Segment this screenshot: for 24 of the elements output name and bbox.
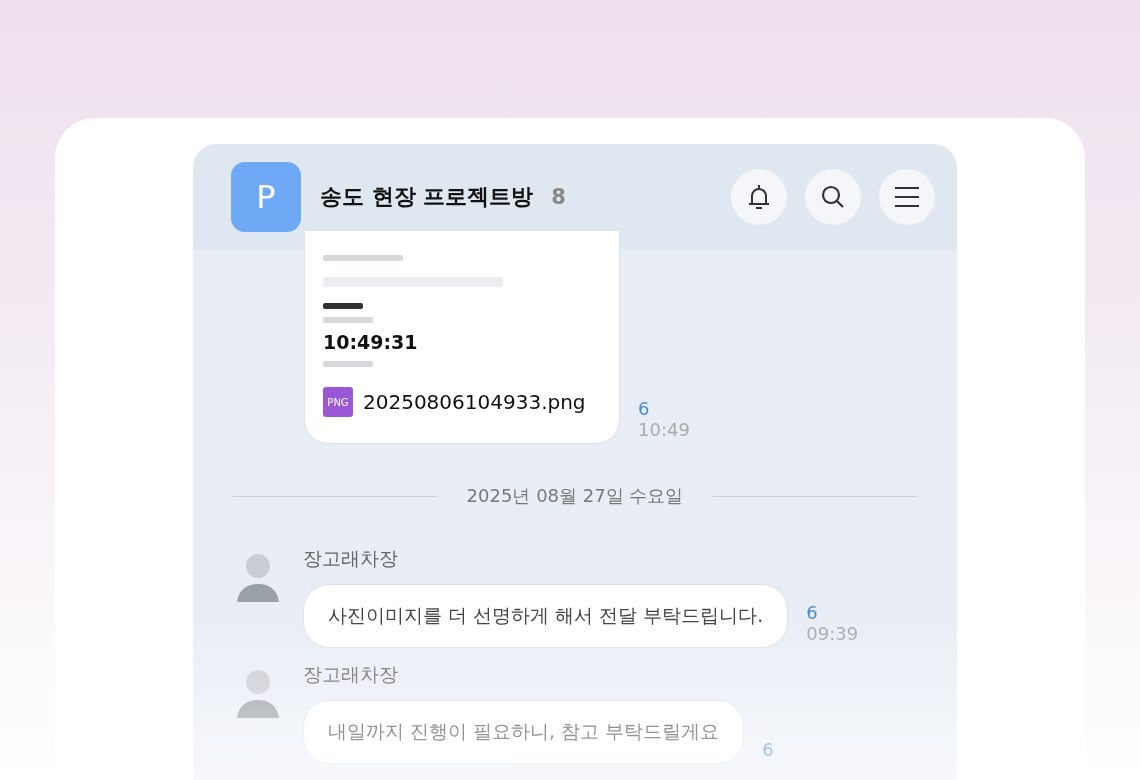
unread-count: 6 [762,739,774,760]
date-divider-text: 2025년 08월 27일 수요일 [466,484,684,508]
preview-text-line [323,317,373,323]
message-time: 09:39 [806,623,859,644]
notification-button[interactable] [731,169,787,225]
file-name: 20250806104933.png [363,390,586,414]
unread-count: 6 [806,602,819,623]
sender-name: 장고래차장 [303,546,399,571]
message-time: 10:49 [638,419,690,440]
room-avatar: P [231,162,301,232]
menu-icon [893,185,921,209]
search-button[interactable] [805,169,861,225]
preview-text-line [323,303,363,309]
image-message-bubble[interactable]: 10:49:31 PNG 20250806104933.png [304,230,620,444]
preview-text-line [323,361,373,367]
preview-clock-text: 10:49:31 [323,331,419,353]
png-file-icon: PNG [323,387,353,417]
message-bubble: 내일까지 진행이 필요하니, 참고 부탁드릴게요 [303,700,745,764]
member-count: 8 [551,185,566,209]
room-title: 송도 현장 프로젝트방 [320,183,534,211]
unread-count: 6 [638,398,651,419]
sender-name: 장고래차장 [303,662,399,687]
message-bubble: 사진이미지를 더 선명하게 해서 전달 부탁드립니다. [303,584,789,648]
menu-button[interactable] [879,169,935,225]
